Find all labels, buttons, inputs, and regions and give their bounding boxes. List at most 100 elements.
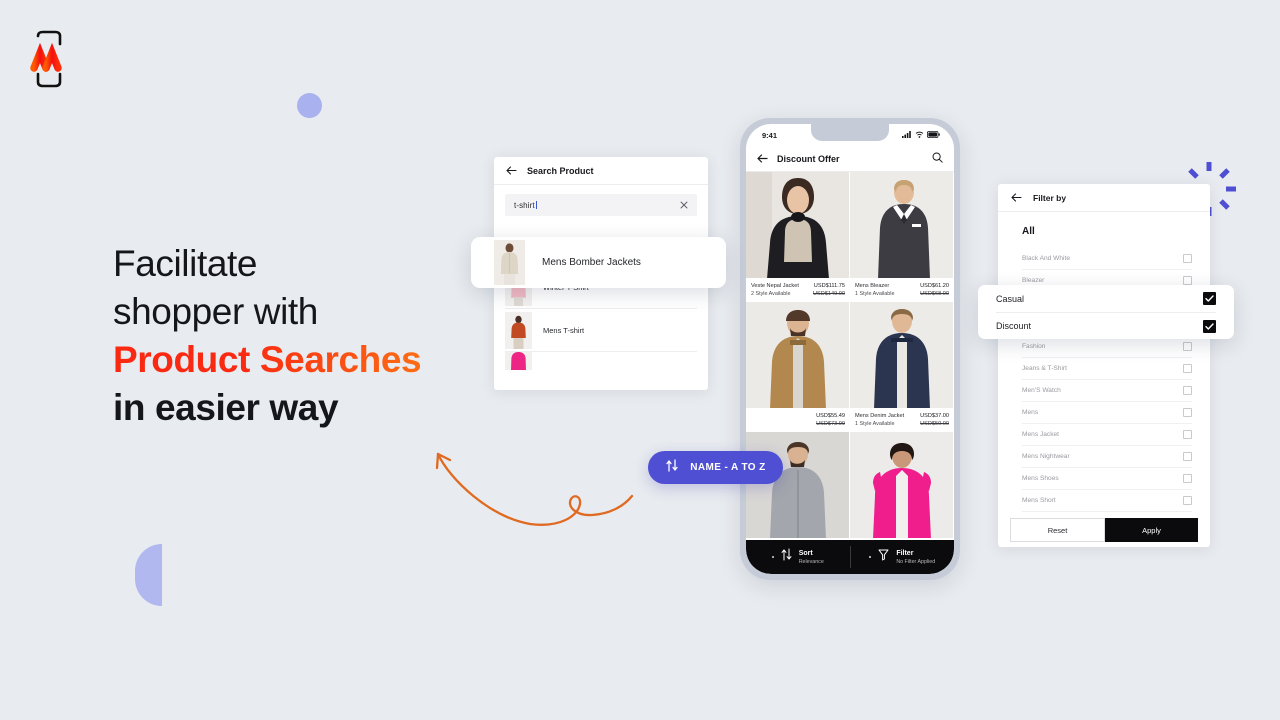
list-item[interactable] bbox=[505, 352, 697, 370]
product-name: Mens Denim Jacket bbox=[855, 413, 905, 419]
close-icon[interactable] bbox=[680, 196, 688, 214]
filter-option-label: Mens Jacket bbox=[1022, 431, 1060, 438]
product-card[interactable] bbox=[746, 432, 850, 539]
filter-option-row[interactable]: Mens Shoes bbox=[1022, 468, 1192, 490]
arrow-left-icon[interactable] bbox=[506, 162, 517, 180]
sort-text: Sort Relevance bbox=[799, 549, 824, 566]
checkbox[interactable] bbox=[1183, 430, 1192, 439]
bullet-dot-icon bbox=[771, 556, 774, 558]
filter-option-label: Mens Nightwear bbox=[1022, 453, 1070, 460]
filter-by-panel: Filter by All Black And White Bleazer Ca… bbox=[998, 184, 1210, 547]
product-image bbox=[850, 432, 954, 539]
funnel-icon bbox=[878, 548, 889, 566]
status-time: 9:41 bbox=[762, 131, 778, 140]
filter-option-row[interactable]: Black And White bbox=[1022, 248, 1192, 270]
filter-option-label: Bleazer bbox=[1022, 277, 1045, 284]
headline-line-4: in easier way bbox=[113, 387, 339, 428]
sort-label: Sort bbox=[798, 549, 813, 557]
checkmark-icon bbox=[1205, 322, 1214, 330]
filter-option-row[interactable]: Fashion bbox=[1022, 336, 1192, 358]
signal-icon bbox=[902, 131, 912, 140]
list-item[interactable]: Mens T-shirt bbox=[505, 309, 697, 352]
filter-panel-title: Filter by bbox=[1033, 192, 1067, 203]
filter-action-buttons: Reset Apply bbox=[998, 512, 1210, 542]
search-input[interactable]: t-shirt bbox=[505, 194, 697, 216]
phone-header: Discount Offer bbox=[746, 147, 954, 172]
filter-option-label: Mens Shoes bbox=[1022, 475, 1059, 482]
product-image bbox=[746, 302, 850, 409]
filter-option-label: Discount bbox=[996, 321, 1032, 331]
decorative-dot bbox=[297, 93, 322, 118]
product-card[interactable]: Mens Bleazer 1 Style Available USD$61.20… bbox=[850, 172, 954, 302]
product-old-price: USD$73.99 bbox=[816, 421, 845, 427]
checkbox[interactable] bbox=[1183, 408, 1192, 417]
phone-notch bbox=[811, 124, 889, 141]
product-info: Mens Denim Jacket 1 Style Available USD$… bbox=[850, 409, 954, 432]
product-styles: 2 Style Available bbox=[751, 291, 791, 297]
search-panel-header: Search Product bbox=[494, 157, 708, 185]
headline-line-2: shopper with bbox=[113, 291, 318, 332]
filter-option-row[interactable]: Mens bbox=[1022, 402, 1192, 424]
product-styles: 1 Style Available bbox=[855, 421, 895, 427]
arrow-left-icon[interactable] bbox=[757, 150, 768, 168]
checkbox[interactable] bbox=[1183, 496, 1192, 505]
product-prices: USD$111.75 USD$149.00 bbox=[813, 282, 845, 298]
filter-option-label: Mens Short bbox=[1022, 497, 1056, 504]
search-icon[interactable] bbox=[932, 150, 943, 168]
checkbox[interactable] bbox=[1183, 386, 1192, 395]
checkbox[interactable] bbox=[1183, 474, 1192, 483]
product-name: Veste Nepal Jacket bbox=[751, 283, 799, 289]
sort-name-a-to-z-pill[interactable]: NAME - A TO Z bbox=[648, 451, 783, 484]
filter-option-row[interactable]: Discount bbox=[996, 312, 1216, 339]
bottom-action-bar: Sort Relevance Filter No Filter Applied bbox=[746, 540, 954, 574]
checkbox[interactable] bbox=[1183, 452, 1192, 461]
checkbox[interactable] bbox=[1183, 342, 1192, 351]
checkbox[interactable] bbox=[1183, 254, 1192, 263]
filter-option-label: Mens bbox=[1022, 409, 1039, 416]
list-item-label: Mens T-shirt bbox=[543, 325, 585, 335]
filter-button[interactable]: Filter No Filter Applied bbox=[851, 548, 955, 566]
product-image bbox=[746, 172, 850, 279]
brand-logo bbox=[26, 30, 72, 88]
highlighted-filter-options-card: Casual Discount bbox=[978, 285, 1234, 339]
decorative-curved-arrow bbox=[420, 442, 640, 532]
phone-screen: 9:41 Discount Offer Veste Nepal Jacket 2… bbox=[746, 124, 954, 574]
checkbox-checked[interactable] bbox=[1203, 319, 1216, 333]
highlighted-result-label: Mens Bomber Jackets bbox=[542, 257, 641, 268]
product-old-price: USD$149.00 bbox=[812, 291, 845, 297]
product-image bbox=[850, 172, 954, 279]
reset-button[interactable]: Reset bbox=[1010, 518, 1105, 542]
sort-value: Relevance bbox=[798, 558, 824, 565]
product-card[interactable] bbox=[850, 432, 954, 539]
filter-option-label: Men'S Watch bbox=[1022, 387, 1061, 394]
filter-option-row[interactable]: Men'S Watch bbox=[1022, 380, 1192, 402]
filter-option-row[interactable]: Mens Nightwear bbox=[1022, 446, 1192, 468]
checkbox[interactable] bbox=[1183, 276, 1192, 285]
product-info: USD$55.49 USD$73.99 bbox=[746, 409, 850, 432]
filter-option-row[interactable]: Jeans & T-Shirt bbox=[1022, 358, 1192, 380]
filter-option-row[interactable]: Mens Jacket bbox=[1022, 424, 1192, 446]
product-thumbnail bbox=[505, 352, 532, 370]
product-thumbnail bbox=[494, 240, 525, 285]
highlighted-search-result-card[interactable]: Mens Bomber Jackets bbox=[471, 237, 726, 288]
product-price: USD$37.00 bbox=[920, 413, 949, 419]
arrow-left-icon[interactable] bbox=[1011, 189, 1022, 207]
checkbox-checked[interactable] bbox=[1203, 292, 1216, 305]
product-styles: 1 Style Available bbox=[855, 291, 895, 297]
filter-option-label: Casual bbox=[996, 293, 1025, 304]
product-prices: USD$55.49 USD$73.99 bbox=[816, 412, 845, 428]
product-card[interactable]: USD$55.49 USD$73.99 bbox=[746, 302, 850, 432]
product-prices: USD$37.00 USD$50.00 bbox=[920, 412, 949, 428]
product-old-price: USD$68.00 bbox=[920, 291, 949, 297]
product-card[interactable]: Veste Nepal Jacket 2 Style Available USD… bbox=[746, 172, 850, 302]
status-icons bbox=[902, 131, 940, 140]
checkmark-icon bbox=[1205, 295, 1214, 302]
sort-button[interactable]: Sort Relevance bbox=[746, 548, 850, 566]
filter-option-row[interactable]: Casual bbox=[996, 285, 1216, 312]
filter-option-row[interactable]: Mens Short bbox=[1022, 490, 1192, 512]
checkbox[interactable] bbox=[1183, 364, 1192, 373]
product-price: USD$55.49 bbox=[816, 413, 845, 419]
headline-line-3-highlight: Product Searches bbox=[113, 336, 543, 384]
apply-button[interactable]: Apply bbox=[1105, 518, 1198, 542]
product-card[interactable]: Mens Denim Jacket 1 Style Available USD$… bbox=[850, 302, 954, 432]
